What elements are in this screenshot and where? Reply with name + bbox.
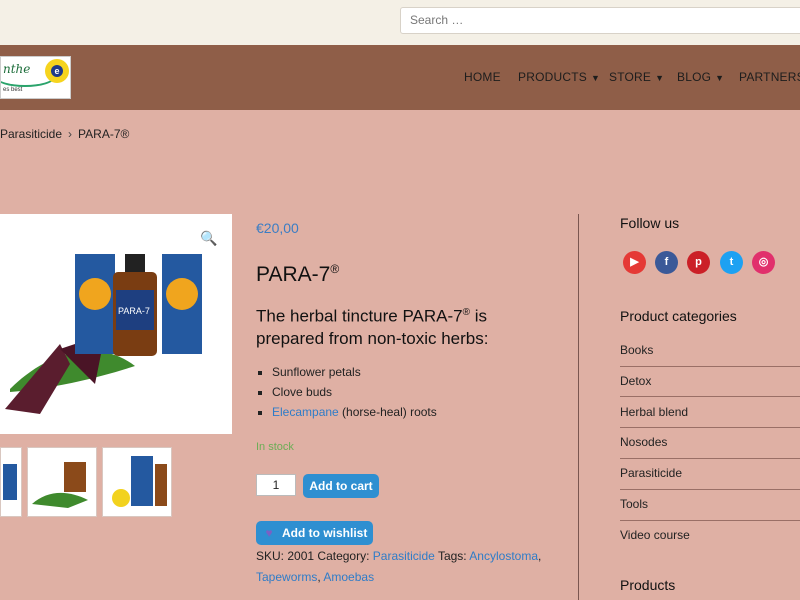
purple-leaf-shape (5, 344, 70, 414)
category-link[interactable]: Video course (620, 528, 800, 542)
category-divider (620, 458, 800, 459)
heart-icon: ♥ (265, 526, 273, 540)
registered-mark: ® (462, 307, 470, 318)
product-price: €20,00 (256, 220, 299, 236)
ingredient-list: Sunflower petals Clove buds Elecampane (… (256, 362, 437, 422)
product-meta: SKU: 2001 Category: Parasiticide Tags: A… (256, 549, 542, 584)
thumbnail-leaf (32, 492, 88, 508)
category-divider (620, 396, 800, 397)
nav-home-label: HOME (464, 70, 501, 84)
breadcrumb-current: PARA-7® (78, 127, 130, 141)
product-thumbnail[interactable] (0, 447, 22, 517)
thumbnail-box (3, 464, 17, 500)
nav-products-label: PRODUCTS (518, 70, 587, 84)
list-item: Elecampane (horse-heal) roots (272, 402, 437, 422)
thumbnail-photo (32, 462, 88, 508)
nav-blog[interactable]: BLOG ▼ (677, 70, 724, 84)
follow-us-heading: Follow us (620, 215, 680, 231)
product-photo: PARA-7 (5, 254, 202, 414)
sunflower-print (166, 278, 198, 310)
category-link[interactable]: Parasiticide (620, 466, 800, 480)
list-item: Clove buds (272, 382, 437, 402)
category-link[interactable]: Detox (620, 374, 800, 388)
thumbnail-photo (112, 456, 167, 507)
list-item-text: (horse-heal) roots (338, 405, 437, 419)
description-text: The herbal tincture PARA-7 (256, 306, 463, 326)
quantity-input[interactable]: 1 (256, 474, 296, 496)
product-main-image[interactable]: PARA-7 (0, 214, 232, 434)
category-link[interactable]: Books (620, 343, 800, 357)
logo-text: nthe (3, 62, 31, 76)
product-title-text: PARA-7 (256, 263, 331, 286)
sunflower-print (79, 278, 111, 310)
registered-mark: ® (330, 262, 340, 276)
thumbnail-bottle (64, 462, 86, 492)
category-divider (620, 489, 800, 490)
breadcrumb: Parasiticide › PARA-7® (0, 127, 129, 141)
nav-partners[interactable]: PARTNERS▼ (739, 70, 800, 84)
facebook-icon[interactable]: f (655, 251, 678, 274)
chevron-down-icon: ▼ (715, 73, 725, 83)
product-thumbnail[interactable] (27, 447, 97, 517)
nav-store[interactable]: STORE ▼ (609, 70, 664, 84)
tags-label: Tags: (437, 549, 467, 563)
nav-products[interactable]: PRODUCTS ▼ (518, 70, 600, 84)
thumbnail-photo (3, 464, 17, 500)
site-logo[interactable]: nthe e es best (0, 56, 71, 99)
thumbnail-box (131, 456, 153, 506)
nav-blog-label: BLOG (677, 70, 712, 84)
stock-status: In stock (256, 441, 294, 453)
category-divider (620, 366, 800, 367)
pinterest-icon[interactable]: p (687, 251, 710, 274)
chevron-down-icon: ▼ (590, 73, 601, 83)
search-input[interactable]: Search … (400, 7, 800, 34)
bottle-label-text: PARA-7 (118, 306, 150, 316)
breadcrumb-parent-link[interactable]: Parasiticide (0, 127, 62, 141)
product-description: The herbal tincture PARA-7® is prepared … (256, 302, 546, 350)
tag-link[interactable]: Tapeworms (256, 570, 317, 584)
logo-letter: e (51, 65, 63, 77)
tag-link[interactable]: Ancylostoma (469, 549, 538, 563)
chevron-down-icon: ▼ (655, 73, 665, 83)
zoom-icon[interactable]: 🔍 (200, 230, 217, 247)
nav-partners-label: PARTNERS (739, 70, 800, 84)
add-to-cart-button[interactable]: Add to cart (303, 474, 379, 498)
thumbnail-bottle (155, 464, 167, 506)
top-bar: Search … (0, 0, 800, 45)
list-item: Sunflower petals (272, 362, 437, 382)
sku-value: 2001 (287, 549, 315, 563)
wishlist-label: Add to wishlist (282, 526, 368, 540)
category-link[interactable]: Herbal blend (620, 405, 800, 419)
category-link[interactable]: Nosodes (620, 435, 800, 449)
nav-store-label: STORE (609, 70, 652, 84)
category-label: Category: (317, 549, 370, 563)
add-to-wishlist-button[interactable]: ♥ Add to wishlist (256, 521, 373, 545)
category-link[interactable]: Tools (620, 497, 800, 511)
twitter-icon[interactable]: t (720, 251, 743, 274)
nav-home[interactable]: HOME (464, 70, 501, 84)
products-heading: Products (620, 577, 676, 593)
sku-label: SKU: (256, 549, 285, 563)
elecampane-link[interactable]: Elecampane (272, 405, 339, 419)
product-categories-heading: Product categories (620, 308, 737, 324)
bottle-cap (125, 254, 145, 272)
product-title: PARA-7® (256, 262, 339, 287)
thumbnail-flower (112, 489, 130, 507)
chevron-right-icon: › (68, 127, 73, 141)
logo-tagline: es best (3, 87, 23, 93)
product-thumbnail[interactable] (102, 447, 172, 517)
category-divider (620, 427, 800, 428)
column-divider (578, 214, 579, 600)
category-link[interactable]: Parasiticide (373, 549, 435, 563)
instagram-icon[interactable]: ◎ (752, 251, 775, 274)
youtube-icon[interactable]: ▶ (623, 251, 646, 274)
tag-link[interactable]: Amoebas (323, 570, 374, 584)
category-divider (620, 520, 800, 521)
